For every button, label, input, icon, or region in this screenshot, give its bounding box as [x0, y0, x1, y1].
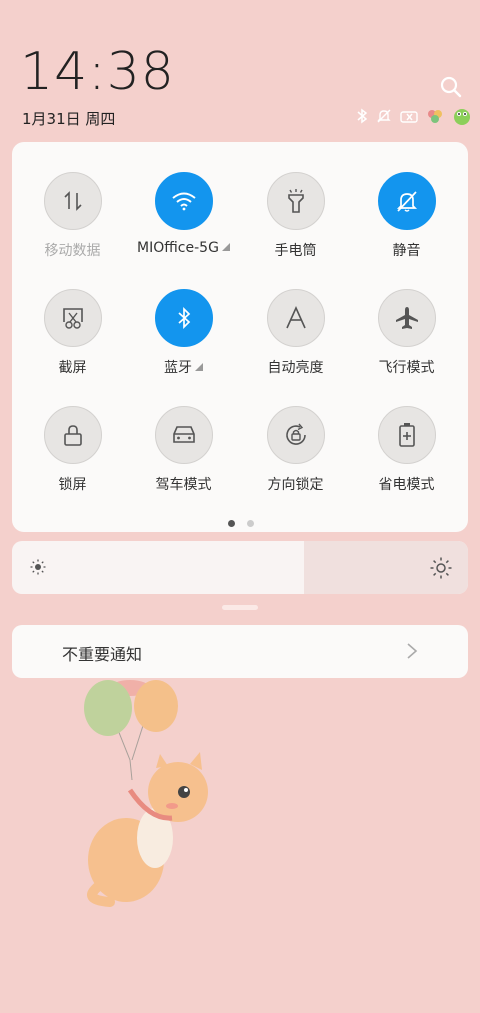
quick-settings-panel: 移动数据 MIOffice-5G 手电筒 静音 截屏 蓝牙 自动亮度 飞行模式 …: [12, 142, 468, 532]
tile-label: 锁屏: [58, 477, 87, 493]
tile-label: 自动亮度: [267, 360, 324, 376]
tile-label: 方向锁定: [267, 477, 324, 493]
chevron-right-icon: [406, 642, 418, 664]
silent-status-icon: [376, 108, 392, 128]
tile-label: 蓝牙: [164, 360, 192, 376]
tile-wifi[interactable]: MIOffice-5G: [128, 172, 239, 272]
tile-label: 静音: [392, 243, 421, 259]
brightness-slider[interactable]: [12, 541, 468, 594]
battery-saver-icon: [377, 406, 436, 464]
expand-triangle-icon[interactable]: [195, 363, 203, 371]
wallpaper-cat-illustration: [60, 670, 230, 914]
page-indicator: [228, 520, 254, 527]
app-notification-icon: [426, 107, 444, 129]
search-icon[interactable]: [440, 76, 462, 98]
tile-driving-mode[interactable]: 驾车模式: [128, 406, 239, 506]
screenshot-icon: [43, 289, 102, 347]
brightness-low-icon: [30, 559, 46, 579]
tile-label: 截屏: [58, 360, 87, 376]
app-frog-icon: [452, 106, 472, 130]
airplane-icon: [377, 289, 436, 347]
expand-triangle-icon[interactable]: [221, 243, 230, 251]
clock: 14:38: [20, 42, 175, 102]
car-icon: [154, 406, 213, 464]
bluetooth-status-icon: [356, 108, 368, 128]
date: 1月31日 周四: [22, 110, 116, 128]
brightness-high-icon: [430, 557, 452, 583]
tile-label: 飞行模式: [378, 360, 435, 376]
tile-screenshot[interactable]: 截屏: [17, 289, 128, 389]
tile-auto-brightness[interactable]: 自动亮度: [240, 289, 351, 389]
silent-bell-icon: [377, 172, 436, 230]
tile-battery-saver[interactable]: 省电模式: [351, 406, 462, 506]
notification-label: 不重要通知: [62, 645, 143, 664]
tile-label: 移动数据: [44, 243, 101, 259]
bluetooth-icon: [154, 289, 213, 347]
rotation-lock-icon: [266, 406, 325, 464]
tile-airplane[interactable]: 飞行模式: [351, 289, 462, 389]
page-dot[interactable]: [247, 520, 254, 527]
tile-label: 手电筒: [274, 243, 317, 259]
status-icons: [356, 108, 472, 128]
tile-lock-screen[interactable]: 锁屏: [17, 406, 128, 506]
wifi-icon: [154, 172, 213, 230]
alarm-status-icon: [400, 109, 418, 128]
drag-handle[interactable]: [222, 605, 258, 610]
auto-brightness-icon: [266, 289, 325, 347]
tile-flashlight[interactable]: 手电筒: [240, 172, 351, 272]
mobile-data-icon: [43, 172, 102, 230]
tile-label: MIOffice-5G: [137, 240, 219, 256]
tile-silent[interactable]: 静音: [351, 172, 462, 272]
lock-icon: [43, 406, 102, 464]
page-dot[interactable]: [228, 520, 235, 527]
tile-bluetooth[interactable]: 蓝牙: [128, 289, 239, 389]
tile-label: 驾车模式: [155, 477, 212, 493]
flashlight-icon: [266, 172, 325, 230]
tile-label: 省电模式: [378, 477, 435, 493]
tile-mobile-data[interactable]: 移动数据: [17, 172, 128, 272]
tile-rotation-lock[interactable]: 方向锁定: [240, 406, 351, 506]
